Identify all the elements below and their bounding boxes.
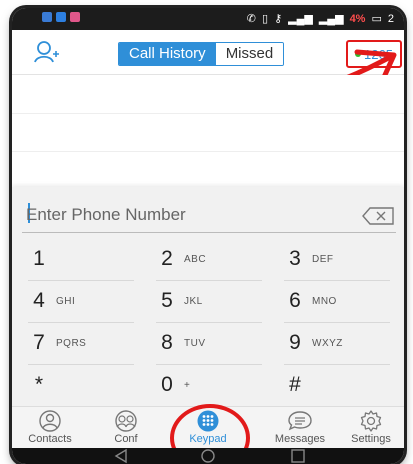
- recents-icon: [291, 449, 305, 463]
- dial-key[interactable]: #: [278, 365, 398, 405]
- tab-conf[interactable]: Conf: [88, 407, 164, 449]
- settings-icon: [360, 410, 382, 432]
- dial-key-letters: GHI: [56, 295, 76, 307]
- list-divider: [12, 113, 404, 114]
- dial-key-letters: MNO: [312, 295, 337, 307]
- dial-key-letters: WXYZ: [312, 337, 343, 349]
- dial-key-digit: 4: [33, 289, 45, 312]
- back-icon: [114, 448, 127, 464]
- dial-key[interactable]: 6 MNO: [278, 281, 398, 321]
- dial-key[interactable]: 2 ABC: [150, 239, 270, 279]
- phone-screen: ✆ ▯ ⚷ ▂▄▆ ▂▄▆ 4% ▭ 2 Call History Missed…: [12, 8, 404, 464]
- tab-contacts[interactable]: Contacts: [12, 407, 88, 449]
- dial-key-digit: 0: [161, 373, 173, 396]
- dial-key-letters: DEF: [312, 253, 334, 265]
- input-underline: [22, 232, 396, 233]
- battery-level: 4%: [349, 12, 366, 25]
- notification-icon: [70, 12, 80, 22]
- home-icon: [201, 449, 215, 463]
- signal-icon: ▂▄▆: [288, 13, 313, 25]
- notification-icon: [56, 12, 66, 22]
- dial-key-digit: *: [34, 373, 44, 396]
- tab-messages[interactable]: Messages: [262, 407, 338, 449]
- tab-label: Messages: [274, 433, 326, 445]
- dial-key-letters: ABC: [184, 253, 207, 265]
- battery-icon: ▭: [371, 13, 382, 25]
- dial-key-digit: 8: [161, 331, 173, 354]
- tab-call-history[interactable]: Call History: [119, 43, 216, 65]
- contact-icon[interactable]: [34, 40, 60, 64]
- vibrate-icon: ▯: [262, 13, 269, 25]
- dialer-panel: 12ABC3DEF4GHI5JKL6MNO7PQRS8TUV9WXYZ*0+#: [12, 187, 404, 407]
- call-history-list: [12, 75, 404, 187]
- dial-key-digit: 5: [161, 289, 173, 312]
- tab-label: Settings: [351, 433, 391, 445]
- dial-key-digit: 3: [289, 247, 301, 270]
- nav-buttons: [114, 448, 305, 464]
- dial-key-digit: 1: [33, 247, 45, 270]
- dial-key-digit: 9: [289, 331, 301, 354]
- status-bar: ✆ ▯ ⚷ ▂▄▆ ▂▄▆ 4% ▭ 2: [12, 8, 404, 30]
- notification-icon: [42, 12, 52, 22]
- dial-key[interactable]: 9 WXYZ: [278, 323, 398, 363]
- dial-key[interactable]: 8 TUV: [150, 323, 270, 363]
- system-nav-bar: [12, 448, 404, 464]
- dial-key[interactable]: 7 PQRS: [22, 323, 142, 363]
- dial-key-digit: 7: [33, 331, 45, 354]
- tab-label: Conf: [114, 433, 138, 445]
- dial-key[interactable]: 3 DEF: [278, 239, 398, 279]
- dial-key-digit: 6: [289, 289, 301, 312]
- signal-icon: ▂▄▆: [318, 13, 344, 25]
- messages-icon: [288, 411, 312, 431]
- phone-number-input[interactable]: [26, 201, 326, 229]
- list-divider: [12, 151, 404, 152]
- tab-settings[interactable]: Settings: [340, 407, 402, 449]
- dial-key-digit: #: [289, 373, 301, 396]
- call-forward-icon: ✆: [246, 13, 256, 25]
- dial-key-letters: +: [184, 379, 191, 391]
- dial-key[interactable]: 4 GHI: [22, 281, 142, 321]
- dial-key-digit: 2: [161, 247, 173, 270]
- status-time: 2: [387, 12, 394, 25]
- dial-key[interactable]: 5 JKL: [150, 281, 270, 321]
- tab-label: Contacts: [28, 433, 72, 445]
- dial-key-letters: PQRS: [56, 337, 87, 349]
- contacts-icon: [39, 410, 61, 432]
- conference-icon: [115, 410, 137, 432]
- backspace-icon[interactable]: [362, 207, 394, 225]
- dial-key[interactable]: 1: [22, 239, 142, 279]
- key-icon: ⚷: [274, 13, 283, 25]
- dial-key-letters: TUV: [184, 337, 206, 349]
- dial-key-letters: JKL: [184, 295, 203, 307]
- dial-key[interactable]: 0 +: [150, 365, 270, 405]
- dial-key[interactable]: *: [22, 365, 142, 405]
